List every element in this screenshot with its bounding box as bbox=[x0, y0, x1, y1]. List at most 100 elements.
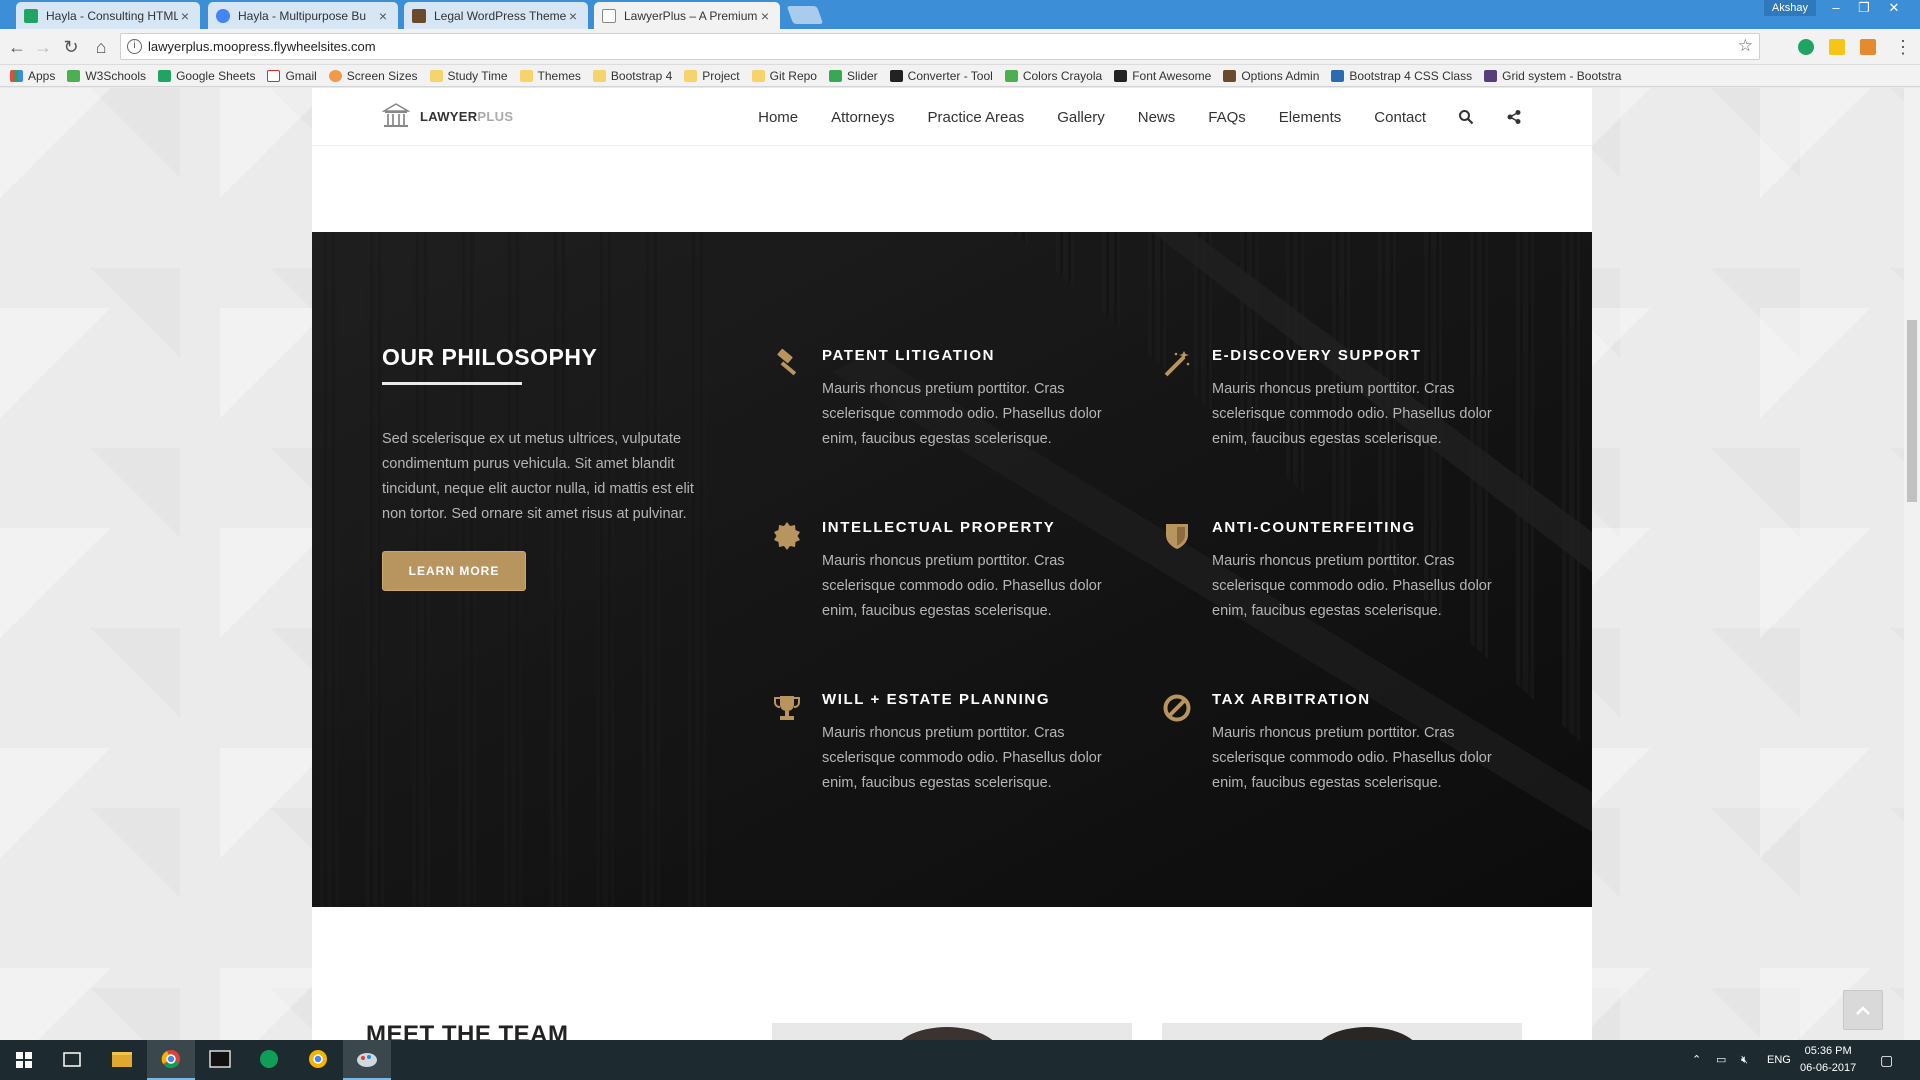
paint-icon bbox=[357, 1053, 377, 1067]
tray-chevron-icon[interactable]: ⌃ bbox=[1692, 1040, 1701, 1080]
close-icon[interactable]: × bbox=[376, 8, 390, 24]
tab-title: LawyerPlus – A Premium bbox=[624, 8, 758, 23]
back-to-top-button[interactable] bbox=[1843, 990, 1883, 1030]
gmail-icon bbox=[267, 69, 281, 82]
bookmark-item[interactable]: Options Admin bbox=[1223, 69, 1319, 83]
shield-icon bbox=[1166, 524, 1188, 549]
browser-tab-active[interactable]: LawyerPlus – A Premium × bbox=[594, 2, 780, 29]
site-header: LAWYERPLUS Home Attorneys Practice Areas… bbox=[312, 88, 1592, 146]
bookmark-item[interactable]: W3Schools bbox=[67, 69, 146, 83]
bookmark-item[interactable]: Bootstrap 4 CSS Class bbox=[1331, 69, 1472, 83]
nav-gallery[interactable]: Gallery bbox=[1057, 109, 1105, 126]
tab-title: Hayla - Multipurpose Bu bbox=[238, 8, 367, 23]
browser-tab[interactable]: Legal WordPress Themes × bbox=[404, 2, 588, 29]
bookmark-item[interactable]: Gmail bbox=[267, 69, 317, 83]
nav-faqs[interactable]: FAQs bbox=[1208, 109, 1246, 126]
url-text[interactable]: lawyerplus.moopress.flywheelsites.com bbox=[148, 39, 376, 54]
search-icon[interactable] bbox=[1458, 109, 1474, 125]
close-icon[interactable]: × bbox=[178, 8, 192, 24]
new-tab-button[interactable] bbox=[786, 6, 824, 24]
bookmark-label: Apps bbox=[28, 68, 56, 83]
bookmark-star-icon[interactable]: ☆ bbox=[1738, 36, 1753, 56]
bookmark-item[interactable]: Screen Sizes bbox=[328, 69, 418, 83]
nav-home[interactable]: Home bbox=[758, 109, 798, 126]
bookmark-item[interactable]: Apps bbox=[10, 69, 55, 83]
folder-icon bbox=[519, 69, 533, 82]
taskbar-app[interactable] bbox=[294, 1040, 342, 1080]
feature-title: PATENT LITIGATION bbox=[822, 347, 996, 364]
taskbar-app[interactable] bbox=[98, 1040, 146, 1080]
nav-attorneys[interactable]: Attorneys bbox=[831, 109, 894, 126]
brand-name: LAWYERPLUS bbox=[420, 109, 513, 124]
nav-contact[interactable]: Contact bbox=[1374, 109, 1426, 126]
browser-tab[interactable]: Hayla - Multipurpose Bu × bbox=[208, 2, 398, 29]
bookmark-item[interactable]: Converter - Tool bbox=[889, 69, 993, 83]
bookmark-item[interactable]: Study Time bbox=[429, 68, 508, 83]
info-icon[interactable]: i bbox=[127, 39, 142, 54]
reload-icon[interactable]: ↻ bbox=[60, 36, 82, 58]
book-icon bbox=[1223, 69, 1237, 82]
bookmark-label: Grid system - Bootstra bbox=[1502, 68, 1622, 83]
bookmark-item[interactable]: Project bbox=[684, 69, 740, 83]
bookmark-item[interactable]: Grid system - Bootstra bbox=[1484, 69, 1621, 83]
bookmark-item[interactable]: Colors Crayola bbox=[1004, 69, 1102, 83]
magic-wand-icon bbox=[1164, 351, 1190, 377]
scrollbar-thumb[interactable] bbox=[1907, 320, 1917, 502]
minimize-icon[interactable]: – bbox=[1822, 0, 1850, 18]
gavel-icon bbox=[777, 349, 797, 376]
bookmark-label: Slider bbox=[846, 68, 878, 83]
bt-icon bbox=[889, 69, 903, 82]
address-bar[interactable]: i lawyerplus.moopress.flywheelsites.com … bbox=[120, 33, 1760, 60]
taskbar-app[interactable] bbox=[245, 1040, 293, 1080]
extension-icon[interactable] bbox=[1798, 39, 1814, 55]
nav-elements[interactable]: Elements bbox=[1279, 109, 1342, 126]
notifications-icon[interactable]: ▢ bbox=[1880, 1040, 1893, 1080]
flag-icon bbox=[1114, 69, 1128, 82]
language-indicator[interactable]: ENG bbox=[1767, 1040, 1791, 1080]
task-view-button[interactable] bbox=[48, 1040, 96, 1080]
bookmark-item[interactable]: Google Sheets bbox=[158, 69, 255, 83]
forward-icon[interactable]: → bbox=[32, 36, 54, 58]
bookmark-item[interactable]: Themes bbox=[519, 68, 581, 83]
extension-icon[interactable] bbox=[1829, 39, 1845, 55]
extension-icon[interactable] bbox=[1860, 39, 1876, 55]
team-member-photo[interactable] bbox=[1162, 1023, 1522, 1040]
restore-icon[interactable]: ❐ bbox=[1850, 0, 1878, 18]
nav-news[interactable]: News bbox=[1138, 109, 1176, 126]
page-scrollbar[interactable] bbox=[1904, 88, 1920, 1040]
bookmark-item[interactable]: Git Repo bbox=[751, 69, 817, 83]
share-icon[interactable] bbox=[1506, 109, 1522, 125]
ban-icon bbox=[1163, 694, 1191, 722]
browser-tab[interactable]: Hayla - Consulting HTML × bbox=[16, 2, 200, 29]
chrome-icon bbox=[216, 8, 230, 23]
bookmark-item[interactable]: Bootstrap 4 bbox=[592, 69, 672, 83]
book-icon bbox=[412, 8, 426, 23]
feature-title: ANTI-COUNTERFEITING bbox=[1212, 519, 1416, 536]
bookmark-label: Themes bbox=[537, 68, 581, 83]
brand-main: LAWYER bbox=[420, 108, 478, 124]
close-window-icon[interactable]: ✕ bbox=[1880, 0, 1908, 18]
learn-more-button[interactable]: LEARN MORE bbox=[382, 551, 526, 591]
profile-name[interactable]: Akshay bbox=[1763, 0, 1816, 16]
bookmark-item[interactable]: Slider bbox=[828, 68, 878, 83]
back-icon[interactable]: ← bbox=[6, 36, 28, 58]
close-icon[interactable]: × bbox=[566, 8, 580, 24]
clock[interactable]: 05:36 PM 06-06-2017 bbox=[1800, 1043, 1856, 1077]
bookmark-item[interactable]: Font Awesome bbox=[1114, 69, 1211, 83]
trophy-icon bbox=[774, 696, 800, 720]
network-icon[interactable]: ▭ bbox=[1716, 1040, 1726, 1080]
taskbar-app-active[interactable] bbox=[147, 1040, 195, 1080]
home-icon[interactable]: ⌂ bbox=[90, 36, 112, 58]
menu-icon[interactable]: ⋮ bbox=[1892, 36, 1914, 58]
volume-muted-icon[interactable]: 🔇︎ bbox=[1741, 1040, 1748, 1080]
start-button[interactable] bbox=[0, 1040, 48, 1080]
team-member-photo[interactable] bbox=[772, 1023, 1132, 1040]
taskbar-app-active[interactable] bbox=[343, 1040, 391, 1080]
sheets-icon bbox=[158, 69, 172, 82]
sheets-icon bbox=[24, 8, 38, 23]
site-logo[interactable]: LAWYERPLUS bbox=[382, 102, 513, 130]
taskbar-app[interactable] bbox=[196, 1040, 244, 1080]
bookmark-label: Study Time bbox=[447, 68, 508, 83]
nav-practice-areas[interactable]: Practice Areas bbox=[928, 109, 1025, 126]
close-icon[interactable]: × bbox=[758, 8, 772, 24]
